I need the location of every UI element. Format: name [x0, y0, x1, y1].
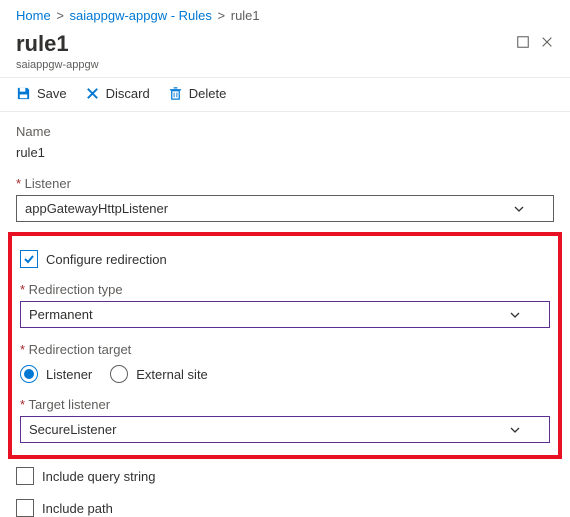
breadcrumb-separator: >: [218, 8, 226, 23]
checkmark-icon: [23, 253, 35, 265]
radio-listener-label: Listener: [46, 367, 92, 382]
redirection-target-field: Redirection target Listener External sit…: [20, 342, 550, 383]
command-bar: Save Discard Delete: [0, 77, 570, 112]
breadcrumb: Home > saiappgw-appgw - Rules > rule1: [0, 0, 570, 27]
include-query-field: Include query string: [16, 467, 554, 485]
close-icon[interactable]: [540, 35, 554, 49]
target-listener-value: SecureListener: [29, 422, 116, 437]
delete-icon: [168, 86, 183, 101]
chevron-down-icon: [509, 309, 521, 321]
breadcrumb-current: rule1: [231, 8, 260, 23]
configure-redirection-label: Configure redirection: [46, 252, 167, 267]
listener-select-value: appGatewayHttpListener: [25, 201, 168, 216]
breadcrumb-home[interactable]: Home: [16, 8, 51, 23]
form: Name rule1 Listener appGatewayHttpListen…: [0, 112, 570, 517]
include-path-checkbox[interactable]: [16, 499, 34, 517]
name-field: Name rule1: [16, 124, 554, 162]
page-title: rule1: [16, 31, 99, 57]
include-query-checkbox[interactable]: [16, 467, 34, 485]
blade-header: rule1 saiappgw-appgw: [0, 27, 570, 77]
save-icon: [16, 86, 31, 101]
include-query-label: Include query string: [42, 469, 155, 484]
save-button[interactable]: Save: [16, 86, 67, 101]
configure-redirection-field: Configure redirection: [20, 250, 550, 268]
redirection-type-select[interactable]: Permanent: [20, 301, 550, 328]
discard-icon: [85, 86, 100, 101]
include-path-field: Include path: [16, 499, 554, 517]
configure-redirection-checkbox[interactable]: [20, 250, 38, 268]
listener-field: Listener appGatewayHttpListener: [16, 176, 554, 222]
redirection-target-label: Redirection target: [20, 342, 550, 357]
radio-external-label: External site: [136, 367, 208, 382]
save-label: Save: [37, 86, 67, 101]
highlight-region: Configure redirection Redirection type P…: [8, 232, 562, 459]
listener-label: Listener: [16, 176, 554, 191]
target-listener-label: Target listener: [20, 397, 550, 412]
listener-select[interactable]: appGatewayHttpListener: [16, 195, 554, 222]
redirection-type-value: Permanent: [29, 307, 93, 322]
redirection-type-label: Redirection type: [20, 282, 550, 297]
chevron-down-icon: [513, 203, 525, 215]
name-value: rule1: [16, 143, 554, 162]
discard-label: Discard: [106, 86, 150, 101]
delete-label: Delete: [189, 86, 227, 101]
name-label: Name: [16, 124, 554, 139]
radio-external-site[interactable]: [110, 365, 128, 383]
discard-button[interactable]: Discard: [85, 86, 150, 101]
radio-listener[interactable]: [20, 365, 38, 383]
page-subtitle: saiappgw-appgw: [16, 59, 99, 71]
include-path-label: Include path: [42, 501, 113, 516]
breadcrumb-separator: >: [56, 8, 64, 23]
breadcrumb-rules[interactable]: saiappgw-appgw - Rules: [70, 8, 212, 23]
maximize-icon[interactable]: [516, 35, 530, 49]
redirection-type-field: Redirection type Permanent: [20, 282, 550, 328]
chevron-down-icon: [509, 424, 521, 436]
delete-button[interactable]: Delete: [168, 86, 227, 101]
target-listener-select[interactable]: SecureListener: [20, 416, 550, 443]
target-listener-field: Target listener SecureListener: [20, 397, 550, 443]
